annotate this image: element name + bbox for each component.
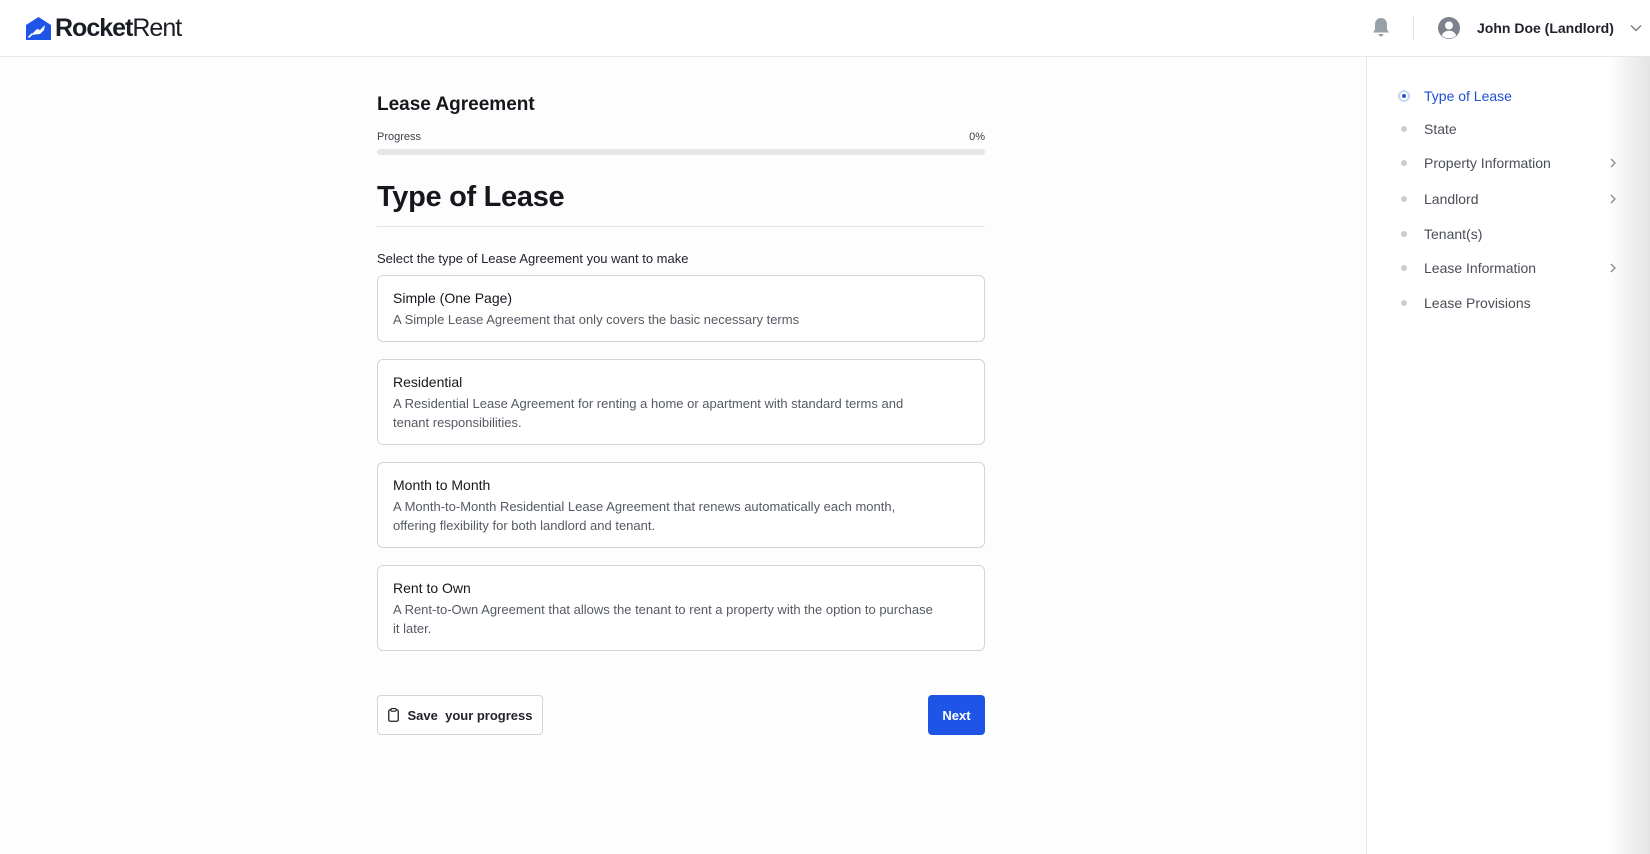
- save-progress-label: Save your progress: [407, 707, 533, 723]
- option-title: Rent to Own: [393, 580, 471, 596]
- step-type-of-lease[interactable]: Type of Lease: [1367, 79, 1650, 112]
- chevron-right-icon[interactable]: [1610, 194, 1616, 204]
- user-menu[interactable]: John Doe (Landlord): [1437, 14, 1642, 42]
- header-divider: [1413, 16, 1414, 40]
- save-progress-button[interactable]: Save your progress: [377, 695, 543, 735]
- option-description: A Residential Lease Agreement for rentin…: [393, 396, 904, 430]
- section-divider: [377, 226, 985, 227]
- step-label: Tenant(s): [1424, 225, 1483, 242]
- step-dot-icon: [1401, 160, 1407, 166]
- bell-icon[interactable]: [1371, 16, 1391, 38]
- step-tenants[interactable]: Tenant(s): [1367, 217, 1650, 250]
- option-title: Month to Month: [393, 477, 491, 493]
- step-dot-icon: [1401, 125, 1407, 132]
- step-dot-icon: [1401, 265, 1407, 271]
- step-label: State: [1424, 120, 1457, 137]
- option-title: Residential: [393, 374, 463, 390]
- chevron-right-icon[interactable]: [1610, 263, 1616, 273]
- brand-name: RocketRent: [55, 14, 182, 43]
- rocket-house-icon: [26, 17, 51, 40]
- form-title: Lease Agreement: [377, 94, 535, 115]
- next-button[interactable]: Next: [928, 695, 985, 735]
- progress-label: Progress: [377, 131, 422, 143]
- progress-value: 0%: [969, 131, 985, 143]
- chevron-right-icon[interactable]: [1610, 158, 1616, 168]
- step-state[interactable]: State: [1367, 112, 1650, 145]
- option-description: A Simple Lease Agreement that only cover…: [393, 312, 800, 327]
- step-lease-information[interactable]: Lease Information: [1367, 250, 1650, 286]
- lease-option-rent-to-own[interactable]: Rent to Own A Rent-to-Own Agreement that…: [377, 565, 985, 651]
- brand-logo[interactable]: RocketRent: [25, 14, 182, 43]
- chevron-down-icon: [1630, 24, 1642, 32]
- lease-option-month-to-month[interactable]: Month to Month A Month-to-Month Resident…: [377, 462, 985, 548]
- progress-bar: [377, 149, 985, 155]
- step-label: Landlord: [1424, 191, 1479, 207]
- step-label: Type of Lease: [1424, 87, 1512, 104]
- option-description: A Month-to-Month Residential Lease Agree…: [393, 499, 896, 533]
- steps-sidebar: Type of Lease State Property Information…: [1366, 57, 1650, 854]
- brand-name-light: Rent: [132, 14, 182, 42]
- clipboard-icon: [387, 708, 399, 722]
- active-step-icon: [1398, 89, 1410, 102]
- step-dot-icon: [1401, 196, 1407, 202]
- user-name: John Doe (Landlord): [1477, 20, 1614, 36]
- step-landlord[interactable]: Landlord: [1367, 181, 1650, 217]
- step-dot-icon: [1401, 299, 1407, 306]
- top-header: RocketRent John Doe (Landlord): [0, 0, 1650, 57]
- section-title: Type of Lease: [377, 181, 565, 213]
- step-property-information[interactable]: Property Information: [1367, 145, 1650, 181]
- lease-option-residential[interactable]: Residential A Residential Lease Agreemen…: [377, 359, 985, 445]
- step-lease-provisions[interactable]: Lease Provisions: [1367, 286, 1650, 319]
- step-label: Lease Information: [1424, 260, 1537, 276]
- option-title: Simple (One Page): [393, 290, 513, 306]
- step-label: Lease Provisions: [1424, 294, 1531, 311]
- step-label: Property Information: [1424, 155, 1551, 171]
- brand-name-bold: Rocket: [55, 14, 133, 42]
- steps-list: Type of Lease State Property Information…: [1367, 79, 1650, 319]
- option-description: A Rent-to-Own Agreement that allows the …: [393, 602, 933, 636]
- section-prompt: Select the type of Lease Agreement you w…: [377, 251, 689, 266]
- user-circle-icon: [1438, 17, 1460, 39]
- lease-option-simple[interactable]: Simple (One Page) A Simple Lease Agreeme…: [377, 275, 985, 342]
- step-dot-icon: [1401, 230, 1407, 237]
